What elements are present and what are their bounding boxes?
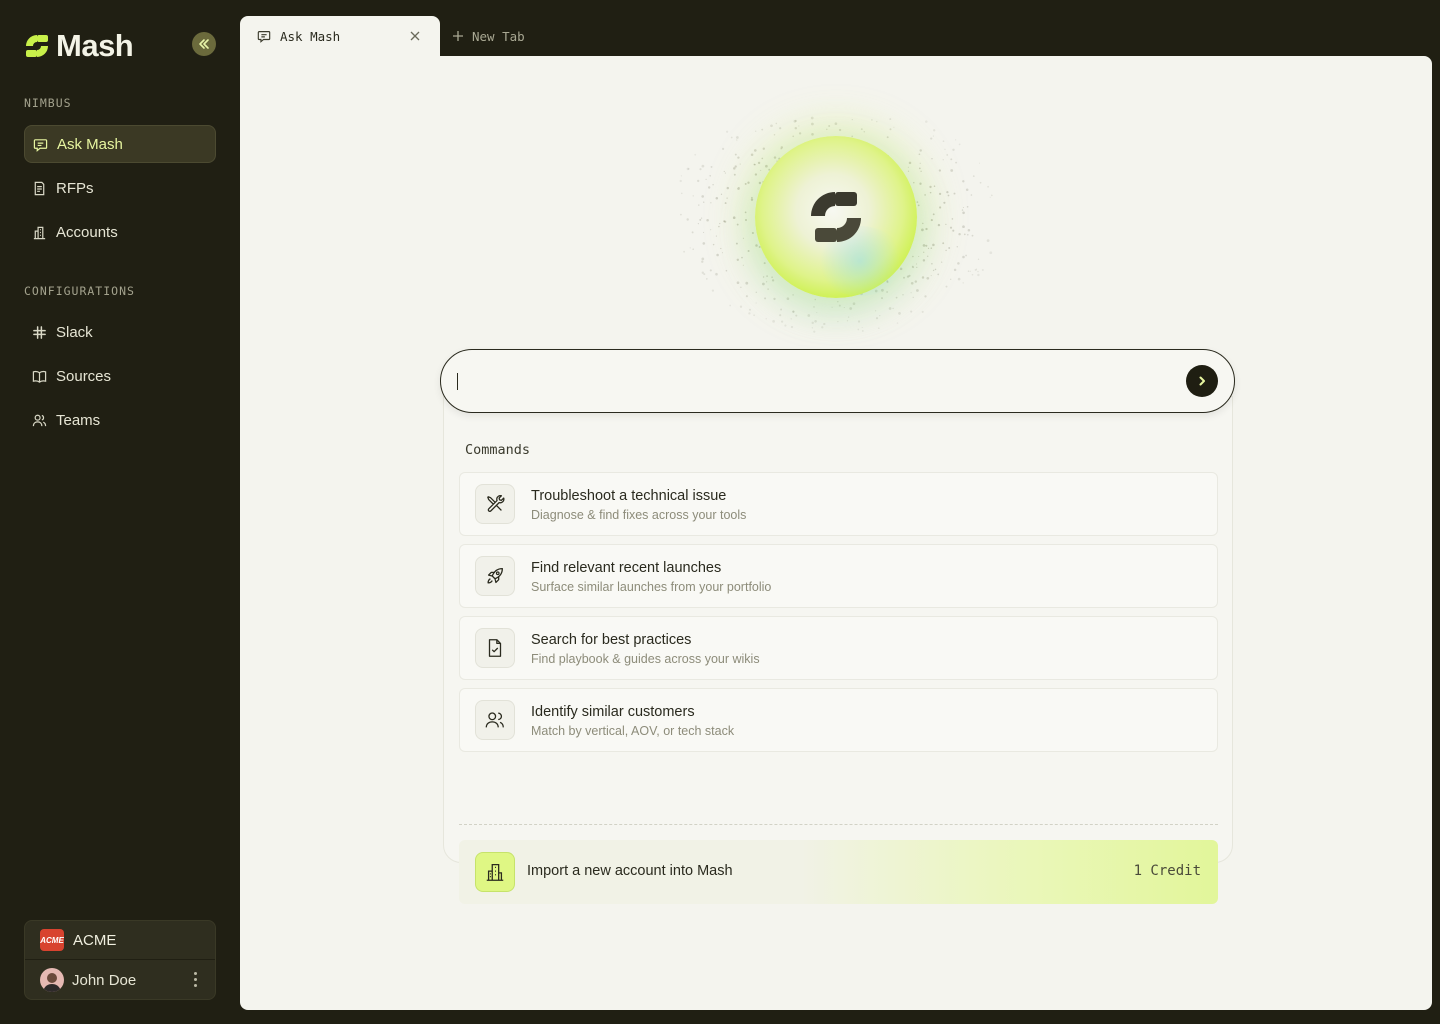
sidebar-item-label: Accounts [56,223,118,241]
users-icon [32,414,47,426]
commands-title: Commands [465,442,531,458]
tab-label: Ask Mash [280,28,341,44]
app-name: Mash [56,28,134,63]
text-caret [457,373,458,390]
mash-mark-icon [811,192,861,242]
send-button[interactable] [1186,365,1218,397]
section-title-configurations: CONFIGURATIONS [24,284,135,298]
sidebar-item-ask-mash[interactable]: Ask Mash [24,125,216,163]
file-check-icon [475,628,515,668]
org-switcher: ACME ACME John Doe [24,920,216,1000]
mash-logo-icon [26,35,48,57]
building-icon [475,852,515,892]
tools-icon [475,484,515,524]
plus-icon [453,31,463,41]
sidebar-item-label: Teams [56,411,101,429]
divider [459,824,1218,825]
sidebar-item-label: Sources [56,367,112,385]
tab-label: New Tab [472,28,525,44]
close-icon[interactable] [408,29,422,43]
command-recent-launches[interactable]: Find relevant recent launches Surface si… [459,544,1218,608]
credit-badge: 1 Credit [1133,863,1201,879]
org-row[interactable]: ACME ACME [25,921,215,960]
command-best-practices[interactable]: Search for best practices Find playbook … [459,616,1218,680]
acme-logo: ACME [40,929,64,951]
command-subtitle: Match by vertical, AOV, or tech stack [531,724,735,738]
command-title: Search for best practices [531,632,692,648]
mash-orb [675,116,995,336]
chat-icon [257,31,271,43]
app-logo[interactable]: Mash [24,28,134,64]
command-subtitle: Diagnose & find fixes across your tools [531,508,747,522]
orb-graphic [755,136,917,298]
chevrons-left-icon [199,39,209,49]
search-input[interactable] [457,350,1177,412]
sidebar-item-label: RFPs [56,179,94,197]
commands-panel: Commands Troubleshoot a technical issue … [443,396,1233,904]
command-troubleshoot[interactable]: Troubleshoot a technical issue Diagnose … [459,472,1218,536]
tab-ask-mash[interactable]: Ask Mash [240,16,440,56]
user-row[interactable]: John Doe [25,960,215,999]
sidebar-item-rfps[interactable]: RFPs [24,169,216,207]
command-title: Identify similar customers [531,704,695,720]
users-icon [475,700,515,740]
section-title-nimbus: NIMBUS [24,96,72,110]
tab-new[interactable]: New Tab [452,16,525,56]
building-icon [33,226,46,239]
rocket-icon [475,556,515,596]
sidebar-item-accounts[interactable]: Accounts [24,213,216,251]
command-similar-customers[interactable]: Identify similar customers Match by vert… [459,688,1218,752]
user-name: John Doe [72,971,137,989]
slack-icon [33,325,46,339]
collapse-sidebar-button[interactable] [192,32,216,56]
search-bar [440,349,1235,413]
sidebar-item-slack[interactable]: Slack [24,313,216,351]
document-icon [34,181,45,195]
org-name: ACME [73,931,117,949]
chevron-right-icon [1199,376,1205,386]
book-icon [32,370,47,383]
main-content: Commands Troubleshoot a technical issue … [240,56,1432,1010]
avatar [40,968,64,992]
chat-icon [33,138,48,152]
more-options-icon[interactable] [194,972,197,987]
command-subtitle: Find playbook & guides across your wikis [531,652,760,666]
sidebar-item-label: Slack [56,323,93,341]
import-account-button[interactable]: Import a new account into Mash 1 Credit [459,840,1218,904]
sidebar-item-sources[interactable]: Sources [24,357,216,395]
command-subtitle: Surface similar launches from your portf… [531,580,772,594]
sidebar: Mash NIMBUS Ask Mash RFPs Accounts CONFI… [0,0,240,1024]
sidebar-item-teams[interactable]: Teams [24,401,216,439]
command-title: Find relevant recent launches [531,560,722,576]
import-label: Import a new account into Mash [527,863,733,879]
sidebar-item-label: Ask Mash [57,135,123,153]
command-title: Troubleshoot a technical issue [531,488,727,504]
